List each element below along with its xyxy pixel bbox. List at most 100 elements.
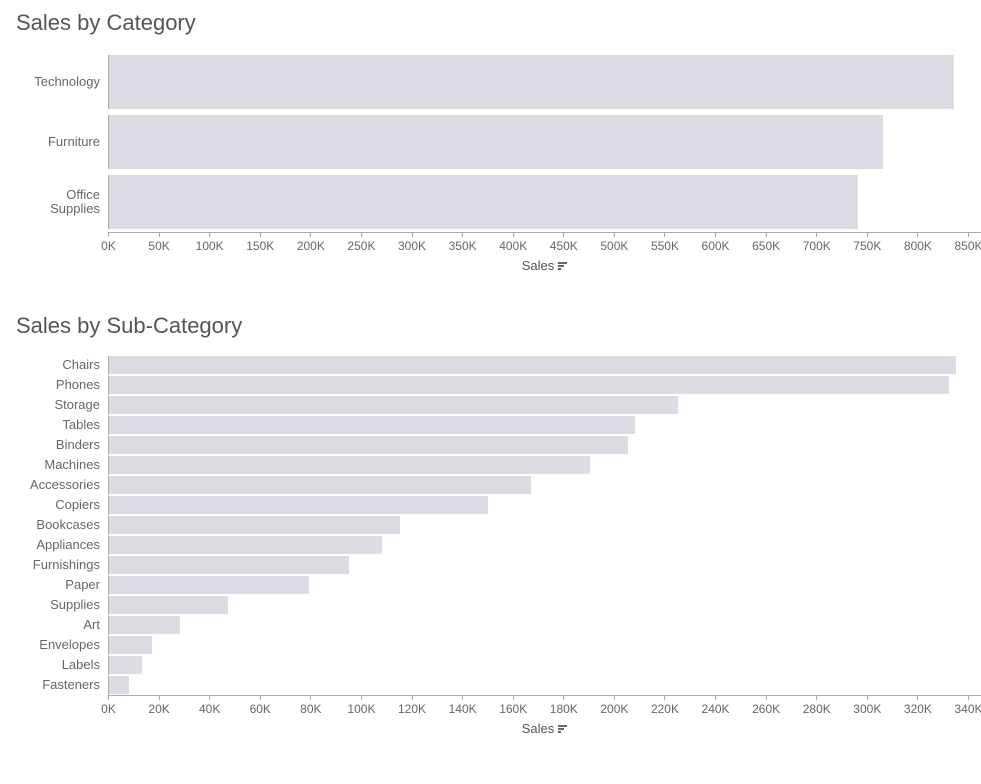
axis-tick: 340K [968, 695, 969, 716]
chart-title: Sales by Category [0, 10, 981, 36]
axis-tick: 180K [563, 695, 564, 716]
axis-tick: 850K [968, 232, 969, 253]
axis-tick-label: 50K [148, 239, 169, 253]
bar [109, 396, 678, 414]
axis-tick-label: 60K [250, 702, 271, 716]
axis-tick: 160K [513, 695, 514, 716]
bar [109, 536, 382, 554]
bar-area [108, 656, 981, 675]
axis-tick-label: 100K [347, 702, 375, 716]
category-label: Storage [0, 398, 108, 412]
x-axis: 0K20K40K60K80K100K120K140K160K180K200K22… [108, 695, 981, 715]
axis-tick: 250K [361, 232, 362, 253]
axis-tick: 40K [209, 695, 210, 716]
bar-row: Labels [0, 655, 981, 675]
bar-area [108, 376, 981, 395]
axis-tick: 550K [664, 232, 665, 253]
bar [109, 656, 142, 674]
sort-descending-icon [558, 262, 567, 270]
category-label: Chairs [0, 358, 108, 372]
axis-tick-label: 550K [651, 239, 679, 253]
axis-tick: 0K [108, 232, 109, 253]
axis-tick-label: 650K [752, 239, 780, 253]
axis-tick: 200K [310, 232, 311, 253]
axis-tick-label: 200K [600, 702, 628, 716]
bar-row: Envelopes [0, 635, 981, 655]
category-label: OfficeSupplies [0, 188, 108, 217]
axis-tick-label: 350K [449, 239, 477, 253]
axis-tick-label: 750K [853, 239, 881, 253]
bar-row: Binders [0, 435, 981, 455]
bar [109, 416, 635, 434]
x-axis-label-text: Sales [522, 721, 555, 736]
category-label: Labels [0, 658, 108, 672]
bar-area [108, 496, 981, 515]
bar-area [108, 115, 981, 169]
chart-sales-by-sub-category: Sales by Sub-Category ChairsPhonesStorag… [0, 313, 981, 736]
axis-tick-label: 500K [600, 239, 628, 253]
bar-row: Copiers [0, 495, 981, 515]
axis-tick-label: 100K [196, 239, 224, 253]
bar-row: Storage [0, 395, 981, 415]
axis-tick: 20K [159, 695, 160, 716]
axis-tick-label: 40K [199, 702, 220, 716]
bar-row: Tables [0, 415, 981, 435]
axis-tick-label: 220K [651, 702, 679, 716]
bar-area [108, 175, 981, 229]
axis-tick-label: 280K [803, 702, 831, 716]
bar-row: Art [0, 615, 981, 635]
axis-tick: 60K [260, 695, 261, 716]
axis-tick-label: 150K [246, 239, 274, 253]
chart-sales-by-category: Sales by Category Technology Furniture Off… [0, 10, 981, 273]
axis-tick-label: 700K [803, 239, 831, 253]
bar-row: Machines [0, 455, 981, 475]
category-label: Furnishings [0, 558, 108, 572]
axis-tick: 50K [159, 232, 160, 253]
bar [109, 576, 309, 594]
x-axis-label: Sales [108, 258, 981, 273]
axis-tick-label: 240K [702, 702, 730, 716]
axis-tick: 600K [715, 232, 716, 253]
axis-tick-label: 20K [148, 702, 169, 716]
bar-row: Phones [0, 375, 981, 395]
sort-descending-icon [558, 725, 567, 733]
axis-tick: 80K [310, 695, 311, 716]
bar-row: Furniture [0, 112, 981, 172]
axis-tick-label: 300K [398, 239, 426, 253]
bar-area [108, 636, 981, 655]
axis-tick: 260K [766, 695, 767, 716]
axis-tick-label: 140K [449, 702, 477, 716]
category-label: Bookcases [0, 518, 108, 532]
chart-body: Technology Furniture OfficeSupplies 0K 50K 1… [0, 52, 981, 273]
bar [109, 636, 152, 654]
axis-tick-label: 800K [904, 239, 932, 253]
axis-tick-label: 300K [853, 702, 881, 716]
bar [109, 476, 531, 494]
bar-area [108, 516, 981, 535]
category-label: Technology [0, 75, 108, 89]
bar [109, 676, 129, 694]
axis-tick: 300K [412, 232, 413, 253]
axis-tick-label: 0K [101, 702, 116, 716]
bar [109, 456, 590, 474]
bar-area [108, 456, 981, 475]
bar-row: Paper [0, 575, 981, 595]
bar-area [108, 536, 981, 555]
axis-tick: 450K [563, 232, 564, 253]
axis-tick: 320K [917, 695, 918, 716]
axis-tick-label: 600K [702, 239, 730, 253]
category-label: Phones [0, 378, 108, 392]
category-label: Fasteners [0, 678, 108, 692]
axis-tick: 140K [462, 695, 463, 716]
category-label: Copiers [0, 498, 108, 512]
axis-tick: 300K [867, 695, 868, 716]
axis-tick: 0K [108, 695, 109, 716]
bar [109, 496, 488, 514]
axis-tick: 650K [766, 232, 767, 253]
axis-tick-label: 200K [297, 239, 325, 253]
bar-area [108, 556, 981, 575]
bar [109, 516, 400, 534]
category-label: Accessories [0, 478, 108, 492]
axis-tick: 400K [513, 232, 514, 253]
bar-area [108, 596, 981, 615]
